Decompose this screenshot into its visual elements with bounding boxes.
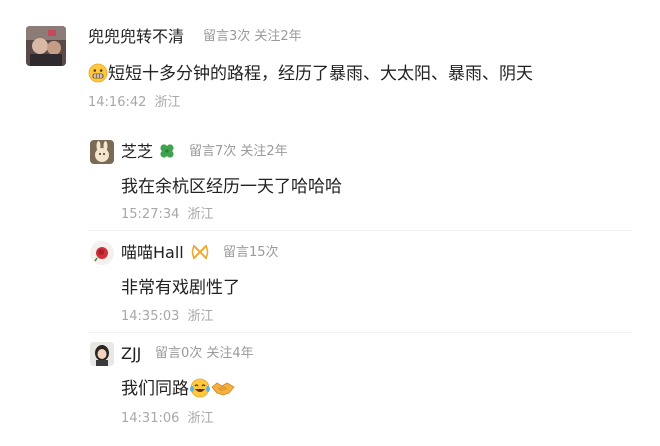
four-leaf-clover-icon <box>158 142 176 165</box>
reply-location: 浙江 <box>187 309 214 324</box>
reply-content: 我在余杭区经历一天了哈哈哈 <box>121 177 342 197</box>
reply-user-meta: 留言15次 <box>223 245 279 260</box>
divider <box>88 230 632 231</box>
reply-user-meta: 留言7次 关注2年 <box>189 144 288 159</box>
avatar-girl-icon <box>90 342 114 366</box>
reply-content: 我们同路 <box>121 378 235 404</box>
reply-user-name[interactable]: 芝芝 <box>121 142 176 165</box>
handshake-icon <box>211 378 235 404</box>
reply-avatar[interactable] <box>90 241 114 265</box>
gold-ribbon-icon <box>191 243 209 266</box>
grimacing-face-icon <box>88 63 108 89</box>
reply-time-location: 15:27:34 浙江 <box>121 206 214 224</box>
divider <box>88 332 632 333</box>
comment-location: 浙江 <box>154 95 181 110</box>
comment-text: 短短十多分钟的路程，经历了暴雨、大太阳、暴雨、阴天 <box>108 64 533 84</box>
user-name[interactable]: 兜兜兜转不清 <box>88 27 184 47</box>
user-name-text: 喵喵Hall <box>121 243 184 262</box>
reply-time-location: 14:35:03 浙江 <box>121 308 214 326</box>
reply-location: 浙江 <box>187 207 214 222</box>
comment-time: 14:16:42 <box>88 95 147 110</box>
comment-time-location: 14:16:42 浙江 <box>88 94 181 112</box>
comment-content: 短短十多分钟的路程，经历了暴雨、大太阳、暴雨、阴天 <box>88 63 533 89</box>
tears-of-joy-icon <box>189 378 211 404</box>
reply-user-name[interactable]: 喵喵Hall <box>121 243 209 266</box>
reply-time: 15:27:34 <box>121 207 180 222</box>
avatar-rose-icon <box>90 241 114 265</box>
reply-avatar[interactable] <box>90 140 114 164</box>
reply-text: 我们同路 <box>121 379 189 399</box>
reply-avatar[interactable] <box>90 342 114 366</box>
reply-time-location: 14:31:06 浙江 <box>121 410 214 428</box>
comment-thread: 兜兜兜转不清 留言3次 关注2年 短短十多分钟的路程，经历了暴雨、大太阳、暴雨、… <box>0 0 660 446</box>
avatar-rabbit-icon <box>90 140 114 164</box>
reply-user-name[interactable]: ZJJ <box>121 344 141 364</box>
avatar-photo-icon <box>26 26 66 66</box>
reply-time: 14:35:03 <box>121 309 180 324</box>
reply-location: 浙江 <box>187 411 214 426</box>
user-meta: 留言3次 关注2年 <box>203 29 302 44</box>
user-avatar[interactable] <box>26 26 66 66</box>
reply-time: 14:31:06 <box>121 411 180 426</box>
reply-user-meta: 留言0次 关注4年 <box>155 346 254 361</box>
reply-content: 非常有戏剧性了 <box>121 278 240 298</box>
user-name-text: 芝芝 <box>121 142 154 161</box>
